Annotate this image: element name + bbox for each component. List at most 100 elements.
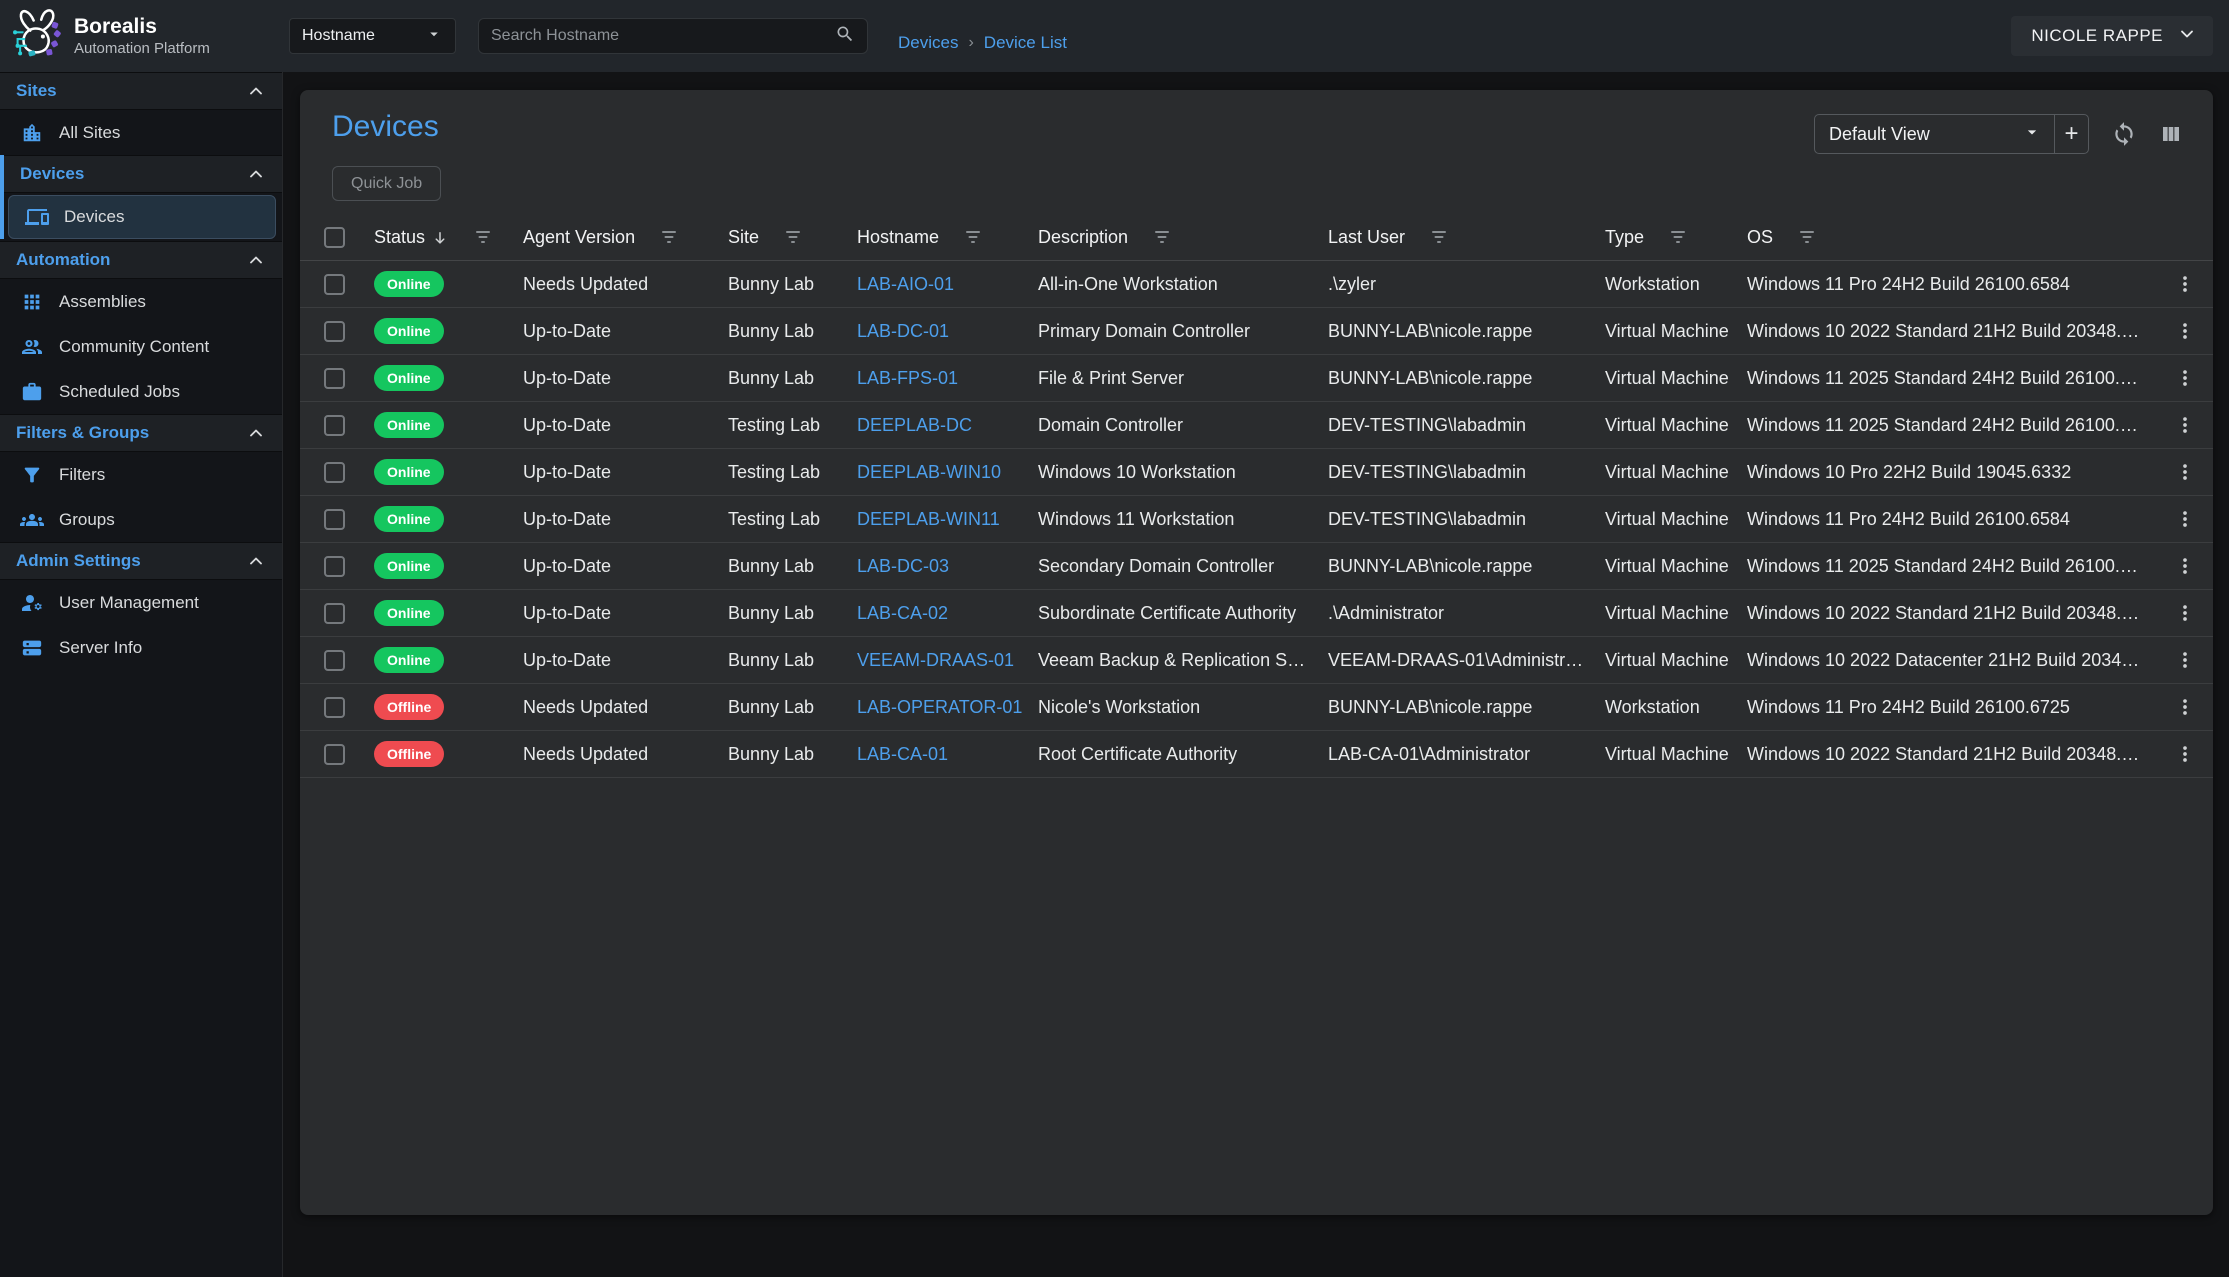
user-menu[interactable]: NICOLE RAPPE	[2011, 16, 2213, 56]
sidebar-item-assemblies[interactable]: Assemblies	[0, 279, 282, 324]
sidebar-item-label: Server Info	[59, 638, 142, 658]
filter-icon[interactable]	[1154, 231, 1170, 244]
search-field-selector[interactable]: Hostname	[289, 18, 456, 54]
sort-desc-icon[interactable]	[431, 229, 449, 247]
row-menu-icon[interactable]	[2156, 508, 2213, 530]
hostname-link[interactable]: LAB-CA-02	[857, 603, 1038, 624]
quick-job-button[interactable]: Quick Job	[332, 166, 441, 201]
column-header-status[interactable]: Status	[374, 227, 523, 248]
description-cell: All-in-One Workstation	[1038, 274, 1328, 295]
type-cell: Virtual Machine	[1605, 556, 1747, 577]
row-menu-icon[interactable]	[2156, 602, 2213, 624]
sidebar-item-filters[interactable]: Filters	[0, 452, 282, 497]
hostname-link[interactable]: LAB-FPS-01	[857, 368, 1038, 389]
description-cell: Root Certificate Authority	[1038, 744, 1328, 765]
agent-version-cell: Up-to-Date	[523, 368, 728, 389]
sidebar-item-server-info[interactable]: Server Info	[0, 625, 282, 670]
sidebar-section-header-sites[interactable]: Sites	[0, 72, 282, 110]
description-cell: Subordinate Certificate Authority	[1038, 603, 1328, 624]
row-checkbox[interactable]	[324, 556, 345, 577]
sidebar-section-header-filters-groups[interactable]: Filters & Groups	[0, 414, 282, 452]
row-checkbox[interactable]	[324, 509, 345, 530]
column-header-last-user[interactable]: Last User	[1328, 227, 1605, 248]
os-cell: Windows 10 2022 Standard 21H2 Build 2034…	[1747, 603, 2156, 624]
row-checkbox[interactable]	[324, 321, 345, 342]
sidebar-item-scheduled-jobs[interactable]: Scheduled Jobs	[0, 369, 282, 414]
row-menu-icon[interactable]	[2156, 649, 2213, 671]
row-checkbox[interactable]	[324, 415, 345, 436]
os-cell: Windows 11 2025 Standard 24H2 Build 2610…	[1747, 556, 2156, 577]
column-header-hostname[interactable]: Hostname	[857, 227, 1038, 248]
row-menu-icon[interactable]	[2156, 367, 2213, 389]
columns-icon[interactable]	[2159, 122, 2183, 146]
row-checkbox[interactable]	[324, 697, 345, 718]
row-menu-icon[interactable]	[2156, 743, 2213, 765]
hostname-link[interactable]: DEEPLAB-WIN11	[857, 509, 1038, 530]
breadcrumb-devices[interactable]: Devices	[898, 33, 958, 53]
column-header-os[interactable]: OS	[1747, 227, 2156, 248]
hostname-link[interactable]: LAB-DC-03	[857, 556, 1038, 577]
column-header-agent-version[interactable]: Agent Version	[523, 227, 728, 248]
filter-icon[interactable]	[785, 231, 801, 244]
row-checkbox[interactable]	[324, 603, 345, 624]
row-checkbox[interactable]	[324, 462, 345, 483]
sidebar-item-user-management[interactable]: User Management	[0, 580, 282, 625]
refresh-icon[interactable]	[2111, 121, 2137, 147]
search-input[interactable]	[491, 27, 835, 45]
filter-icon[interactable]	[1431, 231, 1447, 244]
row-menu-icon[interactable]	[2156, 273, 2213, 295]
filter-icon[interactable]	[475, 231, 491, 244]
column-header-type[interactable]: Type	[1605, 227, 1747, 248]
row-checkbox[interactable]	[324, 744, 345, 765]
row-menu-icon[interactable]	[2156, 414, 2213, 436]
view-select[interactable]: Default View	[1815, 115, 2054, 153]
row-checkbox[interactable]	[324, 650, 345, 671]
last-user-cell: LAB-CA-01\Administrator	[1328, 744, 1605, 765]
sidebar-section-header-admin-settings[interactable]: Admin Settings	[0, 542, 282, 580]
filter-icon[interactable]	[965, 231, 981, 244]
row-menu-icon[interactable]	[2156, 461, 2213, 483]
last-user-cell: DEV-TESTING\labadmin	[1328, 415, 1605, 436]
sidebar-item-community-content[interactable]: Community Content	[0, 324, 282, 369]
filter-icon[interactable]	[1670, 231, 1686, 244]
sidebar-section-header-automation[interactable]: Automation	[0, 241, 282, 279]
building-icon	[20, 121, 44, 145]
select-all-checkbox[interactable]	[324, 227, 345, 248]
filter-icon[interactable]	[1799, 231, 1815, 244]
breadcrumb-device-list[interactable]: Device List	[984, 33, 1067, 53]
table-row: Offline Needs Updated Bunny Lab LAB-CA-0…	[300, 731, 2213, 778]
row-checkbox[interactable]	[324, 368, 345, 389]
chevron-up-icon	[246, 164, 266, 184]
hostname-link[interactable]: LAB-CA-01	[857, 744, 1038, 765]
description-cell: Primary Domain Controller	[1038, 321, 1328, 342]
sidebar-item-label: Scheduled Jobs	[59, 382, 180, 402]
sidebar-item-groups[interactable]: Groups	[0, 497, 282, 542]
row-menu-icon[interactable]	[2156, 320, 2213, 342]
type-cell: Workstation	[1605, 697, 1747, 718]
filter-icon[interactable]	[661, 231, 677, 244]
site-cell: Testing Lab	[728, 415, 857, 436]
hostname-link[interactable]: LAB-AIO-01	[857, 274, 1038, 295]
hostname-link[interactable]: DEEPLAB-DC	[857, 415, 1038, 436]
table-row: Online Up-to-Date Testing Lab DEEPLAB-DC…	[300, 402, 2213, 449]
sidebar-item-devices[interactable]: Devices	[8, 195, 276, 239]
sidebar-item-all-sites[interactable]: All Sites	[0, 110, 282, 155]
search-icon[interactable]	[835, 24, 855, 49]
hostname-link[interactable]: VEEAM-DRAAS-01	[857, 650, 1038, 671]
server-icon	[20, 636, 44, 660]
hostname-link[interactable]: LAB-OPERATOR-01	[857, 697, 1038, 718]
status-badge: Offline	[374, 741, 444, 767]
row-menu-icon[interactable]	[2156, 555, 2213, 577]
hostname-link[interactable]: DEEPLAB-WIN10	[857, 462, 1038, 483]
description-cell: Domain Controller	[1038, 415, 1328, 436]
row-checkbox[interactable]	[324, 274, 345, 295]
row-menu-icon[interactable]	[2156, 696, 2213, 718]
sidebar-section-header-devices[interactable]: Devices	[4, 155, 282, 193]
sidebar-section-label: Filters & Groups	[16, 423, 149, 443]
column-header-description[interactable]: Description	[1038, 227, 1328, 248]
column-header-site[interactable]: Site	[728, 227, 857, 248]
add-view-button[interactable]: +	[2054, 115, 2088, 153]
hostname-link[interactable]: LAB-DC-01	[857, 321, 1038, 342]
devices-icon	[25, 205, 49, 229]
sidebar-section-label: Automation	[16, 250, 110, 270]
